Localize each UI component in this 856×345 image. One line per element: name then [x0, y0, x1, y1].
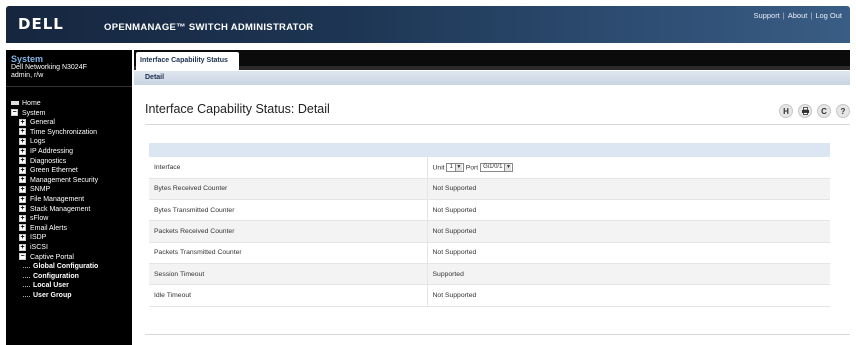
print-icon[interactable]	[798, 104, 812, 118]
row-label: Session Timeout	[149, 263, 428, 286]
about-link[interactable]: About	[788, 11, 808, 20]
nav-isdp[interactable]: + ISDP	[11, 233, 132, 243]
app-header: DELL OPENMANAGE™ SWITCH ADMINISTRATOR Su…	[6, 6, 850, 43]
port-select[interactable]: Gi1/0/1 ▼	[480, 162, 514, 172]
table-row: Interface Unit 1 ▼ Port Gi1/0/1 ▼	[149, 157, 830, 179]
table-header	[149, 143, 830, 157]
expand-icon[interactable]: +	[19, 233, 26, 241]
row-label: Bytes Received Counter	[149, 178, 428, 201]
nav-sflow[interactable]: + sFlow	[11, 214, 132, 224]
table-row: Packets Received Counter Not Supported	[149, 220, 830, 243]
nav-ip-addressing[interactable]: + IP Addressing	[11, 147, 132, 157]
expand-icon[interactable]: +	[19, 186, 26, 193]
nav-stack-management[interactable]: + Stack Management	[11, 205, 132, 215]
interface-label: Interface	[149, 157, 428, 179]
row-value: Not Supported	[427, 242, 830, 264]
table-row: Packets Transmitted Counter Not Supported	[149, 242, 830, 264]
nav-time-sync[interactable]: + Time Synchronization	[11, 128, 132, 138]
toolbar-icons: H C ?	[779, 104, 850, 118]
support-link[interactable]: Support	[754, 11, 780, 20]
row-label: Bytes Transmitted Counter	[149, 199, 428, 222]
expand-icon[interactable]: +	[19, 176, 26, 184]
nav-system[interactable]: − System	[11, 109, 132, 119]
collapse-icon[interactable]: −	[11, 109, 18, 117]
dropdown-arrow-icon[interactable]: ▼	[504, 163, 512, 171]
tab-interface-capability-status[interactable]: Interface Capability Status	[136, 52, 239, 70]
row-label: Packets Received Counter	[149, 220, 428, 243]
nav-green-ethernet[interactable]: + Green Ethernet	[11, 166, 132, 176]
interface-selector: Unit 1 ▼ Port Gi1/0/1 ▼	[427, 157, 830, 179]
unit-select[interactable]: 1 ▼	[446, 162, 464, 172]
top-links: Support | About | Log Out	[753, 11, 842, 20]
nav-snmp[interactable]: + SNMP	[11, 185, 132, 195]
table-row: Bytes Transmitted Counter Not Supported	[149, 199, 830, 222]
table-row: Bytes Received Counter Not Supported	[149, 178, 830, 201]
nav-user-group[interactable]: User Group	[11, 291, 132, 301]
subtab-detail[interactable]: Detail	[145, 74, 164, 81]
home-icon	[11, 101, 19, 106]
refresh-icon[interactable]: C	[817, 104, 831, 118]
expand-icon[interactable]: +	[19, 157, 26, 165]
row-value: Not Supported	[427, 199, 830, 222]
row-value: Not Supported	[427, 284, 830, 307]
row-label: Packets Transmitted Counter	[149, 242, 428, 264]
port-label: Port	[465, 164, 479, 172]
expand-icon[interactable]: +	[19, 138, 26, 146]
row-value: Not Supported	[427, 178, 830, 201]
expand-icon[interactable]: +	[19, 243, 26, 251]
collapse-icon[interactable]: −	[19, 253, 26, 261]
capability-table: Interface Unit 1 ▼ Port Gi1/0/1 ▼ Bytes Re…	[149, 143, 830, 307]
row-label: Idle Timeout	[149, 284, 428, 307]
expand-icon[interactable]: +	[19, 118, 26, 126]
nav-general[interactable]: + General	[11, 118, 132, 128]
nav-global-configuration[interactable]: Global Configuratio	[11, 262, 132, 272]
expand-icon[interactable]: +	[19, 128, 26, 136]
sidebar: System Dell Networking N3024F admin, r/w…	[6, 50, 132, 345]
dropdown-arrow-icon[interactable]: ▼	[454, 163, 462, 171]
expand-icon[interactable]: +	[19, 166, 26, 174]
system-info: System Dell Networking N3024F admin, r/w	[6, 50, 132, 87]
expand-icon[interactable]: +	[19, 214, 26, 222]
page-title: Interface Capability Status: Detail	[145, 102, 330, 116]
system-title[interactable]: System	[11, 54, 128, 64]
nav-management-security[interactable]: + Management Security	[11, 176, 132, 186]
help-h-icon[interactable]: H	[779, 104, 793, 118]
nav-email-alerts[interactable]: + Email Alerts	[11, 224, 132, 234]
help-icon[interactable]: ?	[836, 104, 850, 118]
nav-iscsi[interactable]: + iSCSI	[11, 243, 132, 253]
row-value: Supported	[427, 263, 830, 286]
table-row: Idle Timeout Not Supported	[149, 284, 830, 307]
table-row: Session Timeout Supported	[149, 263, 830, 286]
device-name: Dell Networking N3024F	[11, 64, 87, 71]
nav-local-user[interactable]: Local User	[11, 281, 132, 291]
row-value: Not Supported	[427, 220, 830, 243]
nav-file-management[interactable]: + File Management	[11, 195, 132, 205]
nav-diagnostics[interactable]: + Diagnostics	[11, 157, 132, 167]
logout-link[interactable]: Log Out	[815, 11, 842, 20]
subtab-bar: Detail	[134, 71, 850, 85]
expand-icon[interactable]: +	[19, 147, 26, 155]
expand-icon[interactable]: +	[19, 224, 26, 232]
nav-captive-portal[interactable]: − Captive Portal	[11, 253, 132, 263]
nav-home[interactable]: Home	[11, 99, 132, 109]
divider	[145, 334, 850, 335]
nav-logs[interactable]: + Logs	[11, 137, 132, 147]
product-title: OPENMANAGE™ SWITCH ADMINISTRATOR	[104, 22, 314, 33]
expand-icon[interactable]: +	[19, 205, 26, 213]
divider	[145, 124, 850, 125]
nav-tree: Home − System + General + Time Synchronizat…	[6, 87, 132, 300]
unit-label: Unit	[432, 164, 445, 172]
dell-logo: DELL	[18, 15, 64, 33]
nav-configuration[interactable]: Configuration	[11, 272, 132, 282]
user-info: admin, r/w	[11, 72, 44, 79]
tab-bar: Interface Capability Status	[134, 50, 850, 70]
expand-icon[interactable]: +	[19, 195, 26, 203]
